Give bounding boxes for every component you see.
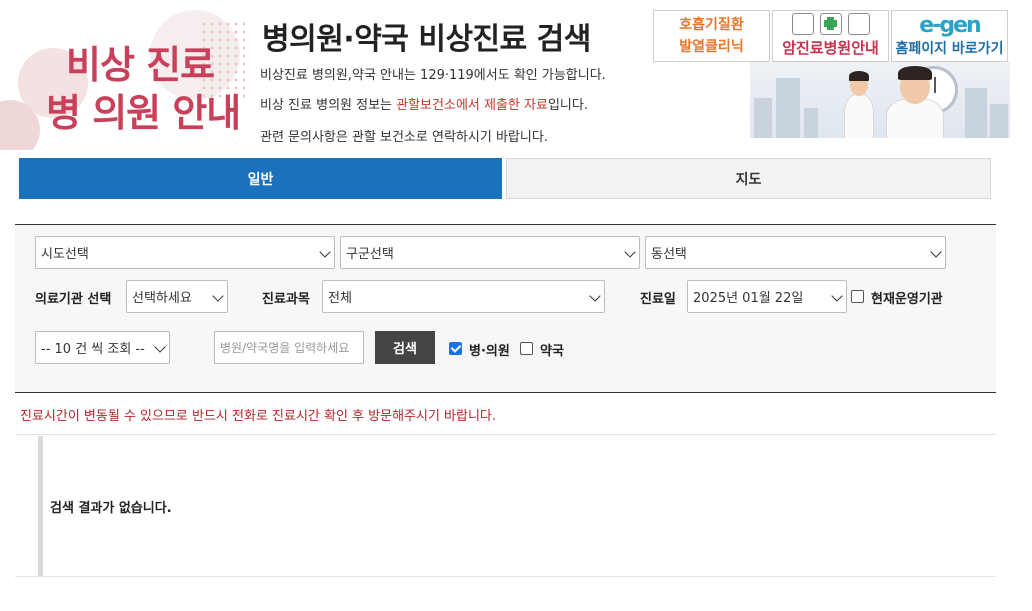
banner-label: 호흡기질환 (679, 17, 744, 33)
cancer-hospital-banner[interactable]: 암진료병원안내 (772, 10, 889, 62)
logo-line-1: 비상 진료 (66, 43, 215, 87)
pharmacy-checkbox[interactable] (520, 342, 533, 355)
hospital-checkbox[interactable] (449, 342, 462, 355)
banner-label: 발열클리닉 (679, 39, 744, 55)
dong-select[interactable]: 동선택 (645, 236, 946, 269)
description-text: 입니다. (547, 98, 588, 113)
description-line-1: 비상진료 병의원,약국 안내는 129·119에서도 확인 가능합니다. (260, 68, 606, 83)
gugun-select[interactable]: 구군선택 (340, 236, 640, 269)
chevron-down-icon (930, 246, 942, 258)
fever-clinic-banner[interactable]: 호흡기질환 발열클리닉 (653, 10, 770, 62)
result-bar (38, 436, 43, 576)
hospital-icons (791, 13, 870, 35)
logo-line-2: 병 의원 안내 (46, 91, 241, 135)
chevron-down-icon (624, 246, 636, 258)
nurse-figure (842, 68, 876, 138)
hospital-building-icon (791, 13, 814, 35)
header: 비상 진료 병 의원 안내 병의원·약국 비상진료 검색 비상진료 병의원,약국… (0, 0, 1032, 150)
banner-label: 홈페이지 바로가기 (895, 41, 1004, 57)
page-size-select[interactable]: -- 10 건 씩 조회 -- (35, 331, 170, 364)
chevron-down-icon (589, 290, 601, 302)
chevron-down-icon (212, 290, 224, 302)
highlighted-text: 관할보건소에서 제출한 자료 (396, 98, 548, 113)
page-title: 병의원·약국 비상진료 검색 (262, 22, 591, 57)
select-value: 전체 (328, 291, 352, 306)
egen-logo: e-gen (919, 13, 981, 38)
date-label: 진료일 (640, 292, 676, 307)
institution-select[interactable]: 선택하세요 (126, 280, 228, 313)
select-value: -- 10 건 씩 조회 -- (41, 342, 145, 357)
doctor-illustration (750, 62, 1010, 138)
divider (15, 576, 996, 577)
emergency-care-logo: 비상 진료 병 의원 안내 (0, 0, 245, 150)
chevron-down-icon (154, 341, 166, 353)
description-line-2: 비상 진료 병의원 정보는 관할보건소에서 제출한 자료입니다. (260, 94, 588, 113)
select-value: 구군선택 (346, 247, 394, 262)
sido-select[interactable]: 시도선택 (35, 236, 335, 269)
open-now-label: 현재운영기관 (871, 292, 943, 307)
search-panel: 시도선택 구군선택 동선택 의료기관 선택 선택하세요 진료과목 전체 진료일 … (15, 224, 996, 393)
empty-result-text: 검색 결과가 없습니다. (50, 501, 172, 516)
homepage-banner[interactable]: e-gen 홈페이지 바로가기 (891, 10, 1008, 62)
department-select[interactable]: 전체 (322, 280, 605, 313)
notice-text: 진료시간이 변동될 수 있으므로 반드시 전화로 진료시간 확인 후 방문해주시… (20, 409, 497, 424)
department-label: 진료과목 (262, 292, 310, 307)
view-tabs: 일반 지도 (19, 158, 991, 199)
pharmacy-label: 약국 (540, 344, 564, 359)
doctor-figure (880, 62, 950, 138)
tab-map[interactable]: 지도 (506, 158, 991, 199)
tab-general[interactable]: 일반 (19, 158, 502, 199)
medical-cross-icon (819, 13, 842, 35)
keyword-input[interactable]: 병원/약국명을 입력하세요 (214, 331, 364, 364)
select-value: 동선택 (651, 247, 687, 262)
select-value: 시도선택 (41, 247, 89, 262)
select-value: 2025년 01월 22일 (693, 291, 804, 306)
ambulance-icon (847, 13, 870, 35)
divider (15, 434, 996, 435)
description-text: 비상 진료 병의원 정보는 (260, 98, 397, 113)
search-button[interactable]: 검색 (375, 331, 435, 364)
open-now-checkbox[interactable] (851, 290, 864, 303)
select-value: 선택하세요 (132, 291, 192, 306)
chevron-down-icon (831, 290, 843, 302)
chevron-down-icon (319, 246, 331, 258)
hospital-label: 병·의원 (469, 344, 510, 359)
description-line-3: 관련 문의사항은 관할 보건소로 연락하시기 바랍니다. (260, 130, 548, 145)
banner-label: 암진료병원안내 (782, 39, 879, 57)
institution-label: 의료기관 선택 (35, 292, 112, 307)
date-select[interactable]: 2025년 01월 22일 (687, 280, 847, 313)
